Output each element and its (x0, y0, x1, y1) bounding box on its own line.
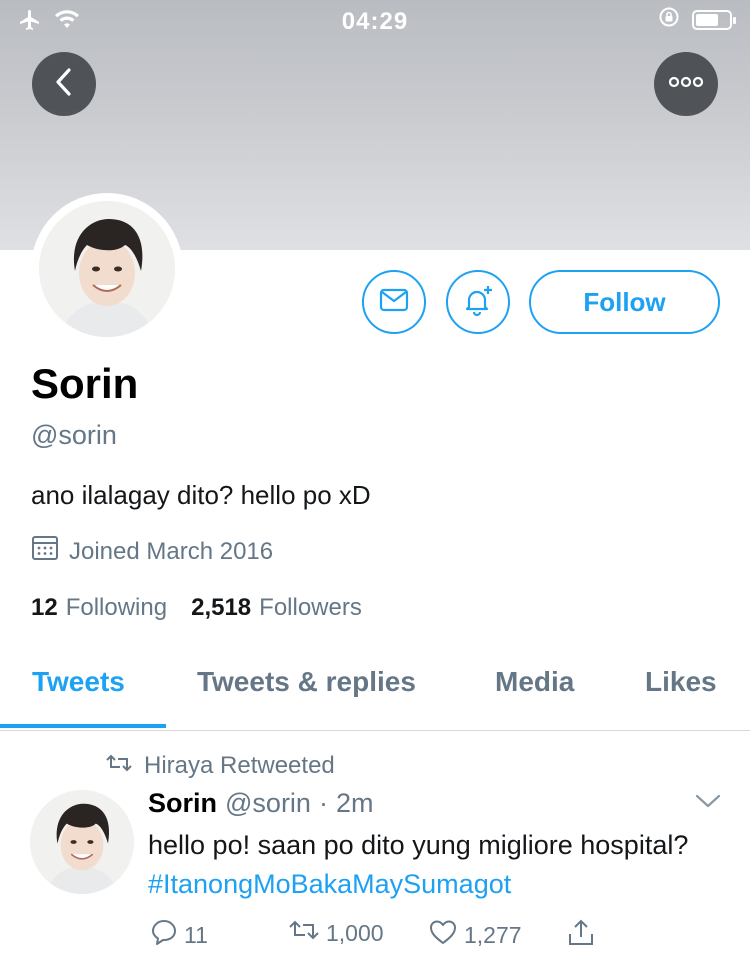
tab-likes[interactable]: Likes (645, 666, 717, 698)
calendar-icon (31, 534, 59, 569)
following-label: Following (65, 594, 168, 621)
follow-counts: 12 Following 2,518 Followers (31, 594, 362, 622)
followers-count: 2,518 (191, 594, 252, 621)
following-count: 12 (31, 594, 58, 621)
reply-button[interactable]: 11 (150, 918, 208, 952)
tab-tweets[interactable]: Tweets (32, 666, 125, 698)
profile-avatar[interactable] (31, 193, 183, 345)
tweet-actions: 11 1,000 1,277 (150, 918, 610, 954)
retweet-button[interactable]: 1,000 (288, 918, 384, 948)
profile-tabs: Tweets Tweets & replies Media Likes (0, 650, 750, 731)
reply-count: 11 (184, 921, 208, 948)
profile-bio: ano ilalagay dito? hello po xD (31, 480, 371, 510)
heart-icon (428, 918, 458, 952)
notifications-button[interactable] (446, 270, 510, 334)
bell-plus-icon (461, 283, 495, 322)
active-tab-indicator (0, 724, 166, 728)
follow-button[interactable]: Follow (529, 270, 720, 334)
retweeted-by-label[interactable]: Hiraya Retweeted (144, 752, 335, 780)
retweet-context: Hiraya Retweeted (106, 752, 335, 780)
tweet-author-handle: @sorin (225, 788, 311, 818)
tweet-avatar[interactable] (30, 790, 134, 894)
chevron-left-icon (52, 67, 76, 102)
like-button[interactable]: 1,277 (428, 918, 522, 952)
more-horizontal-icon (668, 75, 704, 93)
tab-tweets-and-replies[interactable]: Tweets & replies (197, 666, 416, 698)
tweet-body: hello po! saan po dito yung migliore hos… (148, 830, 689, 860)
more-options-button[interactable] (654, 52, 718, 116)
tweet-separator: · (318, 788, 328, 818)
battery-icon (692, 10, 736, 30)
orientation-lock-icon (658, 6, 680, 34)
status-time: 04:29 (341, 8, 409, 35)
share-icon (566, 918, 596, 954)
followers-label: Followers (259, 594, 362, 621)
retweet-count: 1,000 (326, 919, 384, 946)
avatar (39, 201, 175, 337)
tweet-hashtag[interactable]: #ItanongMoBakaMaySumagot (148, 869, 511, 899)
followers-link[interactable]: 2,518 Followers (191, 594, 362, 622)
joined-label: Joined March 2016 (69, 537, 274, 565)
tweet-author-name[interactable]: Sorin (148, 788, 217, 819)
retweet-icon (106, 752, 132, 780)
tab-media[interactable]: Media (495, 666, 574, 698)
reply-icon (150, 918, 178, 952)
message-button[interactable] (362, 270, 426, 334)
back-button[interactable] (32, 52, 96, 116)
like-count: 1,277 (464, 921, 522, 948)
joined-date: Joined March 2016 (31, 534, 273, 569)
profile-name: Sorin (31, 360, 139, 407)
share-button[interactable] (566, 918, 596, 954)
tweet-header: Sorin @sorin · 2m (148, 788, 373, 819)
tweet-time: 2m (335, 788, 374, 818)
status-bar: 04:29 (0, 0, 750, 40)
chevron-down-icon[interactable] (694, 792, 722, 815)
following-link[interactable]: 12 Following (31, 594, 167, 622)
profile-handle: @sorin (31, 420, 117, 450)
retweet-icon (288, 918, 320, 948)
tweet-text: hello po! saan po dito yung migliore hos… (148, 826, 728, 904)
mail-icon (379, 288, 409, 317)
